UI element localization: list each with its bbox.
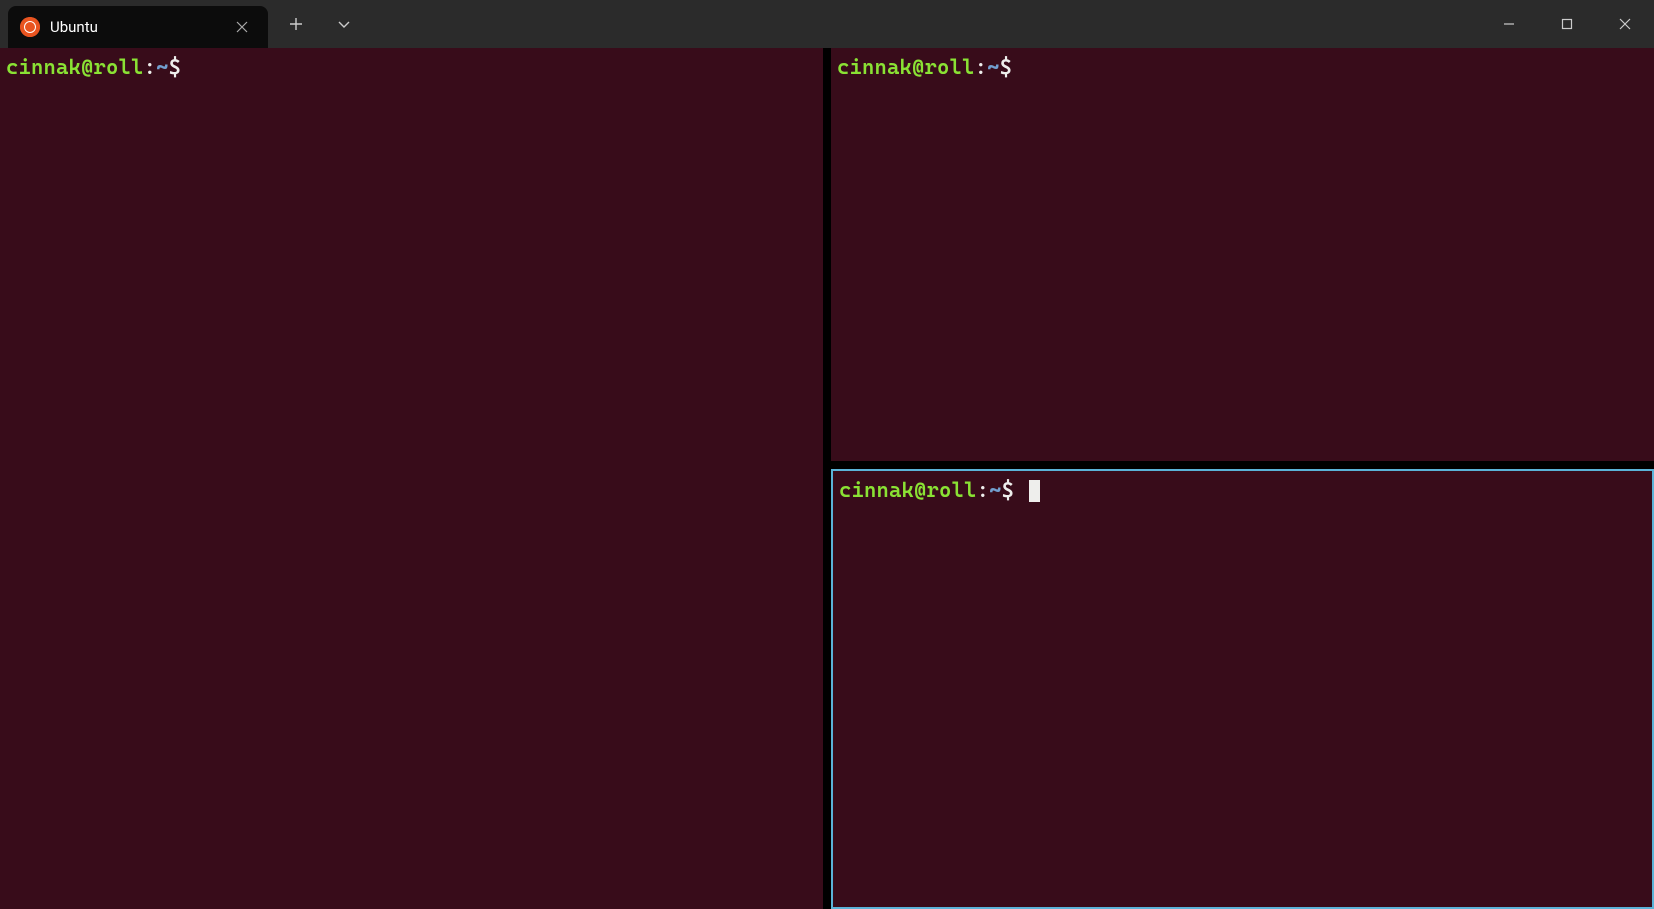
text-cursor — [1029, 480, 1040, 502]
titlebar-drag-area[interactable] — [366, 0, 1480, 48]
tab-close-button[interactable] — [232, 17, 252, 37]
prompt-path: ~ — [156, 55, 169, 79]
terminal-content[interactable]: cinnak@roll:~$ — [833, 471, 1652, 510]
prompt-user-host: cinnak@roll — [839, 478, 977, 502]
prompt-symbol: $ — [1002, 478, 1015, 502]
minimize-icon — [1503, 18, 1515, 30]
terminal-pane-right-group: cinnak@roll:~$ cinnak@roll:~$ — [831, 48, 1654, 909]
tab-title: Ubuntu — [50, 18, 222, 36]
prompt-separator: : — [144, 55, 157, 79]
plus-icon — [289, 17, 303, 31]
terminal-pane-left[interactable]: cinnak@roll:~$ — [0, 48, 823, 909]
prompt-symbol: $ — [169, 55, 182, 79]
ubuntu-logo-icon — [20, 17, 40, 37]
maximize-icon — [1561, 18, 1573, 30]
prompt-symbol: $ — [1000, 55, 1013, 79]
terminal-pane-right-top[interactable]: cinnak@roll:~$ — [831, 48, 1654, 461]
close-icon — [236, 21, 248, 33]
prompt-user-host: cinnak@roll — [6, 55, 144, 79]
prompt-separator: : — [977, 478, 990, 502]
new-tab-button[interactable] — [274, 0, 318, 48]
titlebar[interactable]: Ubuntu — [0, 0, 1654, 48]
terminal-content[interactable]: cinnak@roll:~$ — [0, 48, 823, 87]
window-close-button[interactable] — [1596, 0, 1654, 48]
prompt-user-host: cinnak@roll — [837, 55, 975, 79]
prompt-path: ~ — [987, 55, 1000, 79]
prompt-path: ~ — [989, 478, 1002, 502]
prompt-separator: : — [975, 55, 988, 79]
window-controls — [1480, 0, 1654, 48]
vertical-splitter[interactable] — [823, 48, 831, 909]
tab-strip: Ubuntu — [0, 0, 268, 48]
horizontal-splitter[interactable] — [831, 461, 1654, 469]
tab-actions — [274, 0, 366, 48]
minimize-button[interactable] — [1480, 0, 1538, 48]
terminal-area: cinnak@roll:~$ cinnak@roll:~$ cinnak@rol… — [0, 48, 1654, 909]
terminal-content[interactable]: cinnak@roll:~$ — [831, 48, 1654, 87]
chevron-down-icon — [337, 17, 351, 31]
tab-dropdown-button[interactable] — [322, 0, 366, 48]
tab-ubuntu[interactable]: Ubuntu — [8, 6, 268, 48]
close-icon — [1619, 18, 1631, 30]
terminal-pane-right-bottom-active[interactable]: cinnak@roll:~$ — [831, 469, 1654, 909]
maximize-button[interactable] — [1538, 0, 1596, 48]
